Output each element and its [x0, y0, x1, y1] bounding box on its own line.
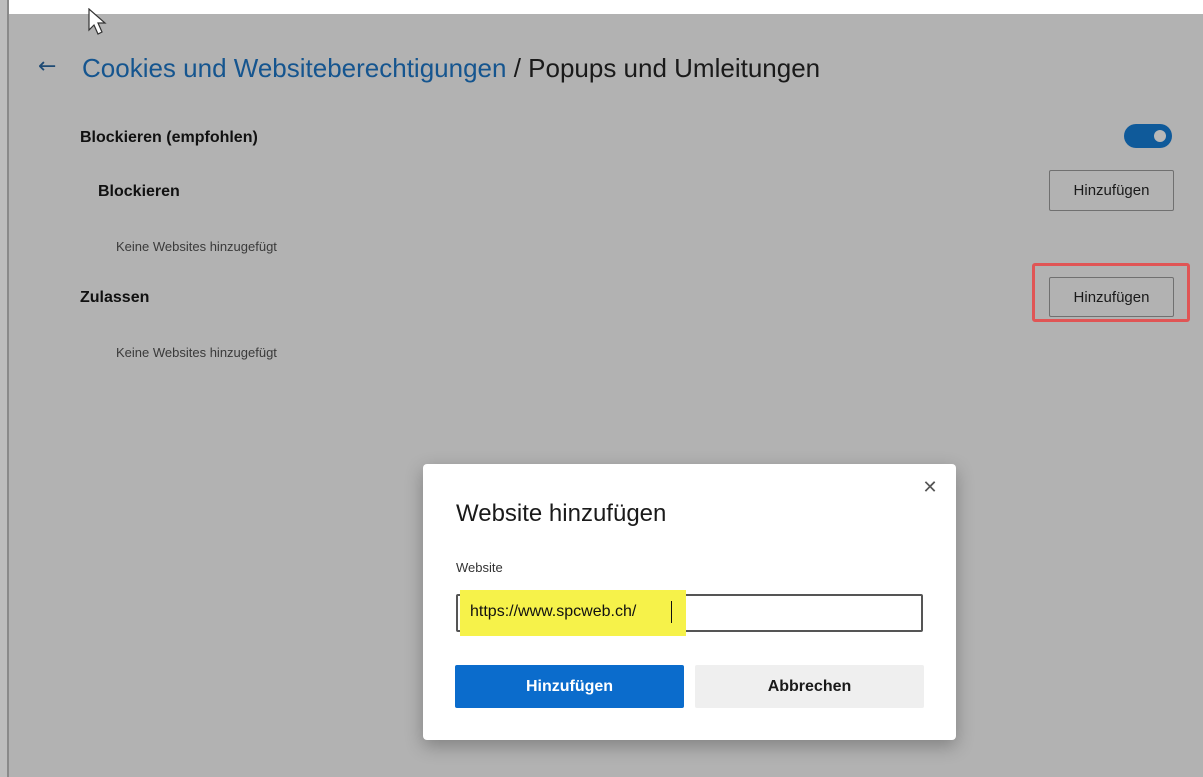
block-add-button[interactable]: Hinzufügen	[1049, 170, 1174, 211]
breadcrumb-parent-link[interactable]: Cookies und Websiteberechtigungen	[82, 53, 506, 83]
allow-section-label: Zulassen	[80, 289, 150, 306]
dialog-title: Website hinzufügen	[456, 500, 667, 527]
website-input[interactable]: https://www.spcweb.ch/	[456, 590, 923, 636]
breadcrumb: Cookies und Websiteberechtigungen / Popu…	[82, 51, 820, 85]
website-input-value: https://www.spcweb.ch/	[470, 603, 637, 620]
confirm-add-button[interactable]: Hinzufügen	[455, 665, 684, 708]
page-title: Popups und Umleitungen	[528, 53, 821, 83]
block-empty-text: Keine Websites hinzugefügt	[116, 239, 277, 254]
close-icon[interactable]: ✕	[922, 479, 938, 497]
text-caret	[671, 601, 672, 623]
allow-empty-text: Keine Websites hinzugefügt	[116, 345, 277, 360]
window-top-strip	[0, 0, 1203, 14]
mouse-cursor-icon	[88, 8, 107, 35]
website-field-label: Website	[456, 560, 503, 575]
block-recommended-label: Blockieren (empfohlen)	[80, 129, 258, 146]
allow-add-button[interactable]: Hinzufügen	[1049, 277, 1174, 317]
breadcrumb-separator: /	[506, 53, 529, 83]
block-recommended-toggle[interactable]	[1124, 124, 1172, 148]
block-section-label: Blockieren	[98, 183, 180, 200]
back-arrow-icon[interactable]: ←	[38, 54, 64, 80]
left-window-border	[0, 0, 9, 777]
add-website-dialog: ✕ Website hinzufügen Website https://www…	[423, 464, 956, 740]
cancel-button[interactable]: Abbrechen	[695, 665, 924, 708]
toggle-knob	[1154, 130, 1166, 142]
